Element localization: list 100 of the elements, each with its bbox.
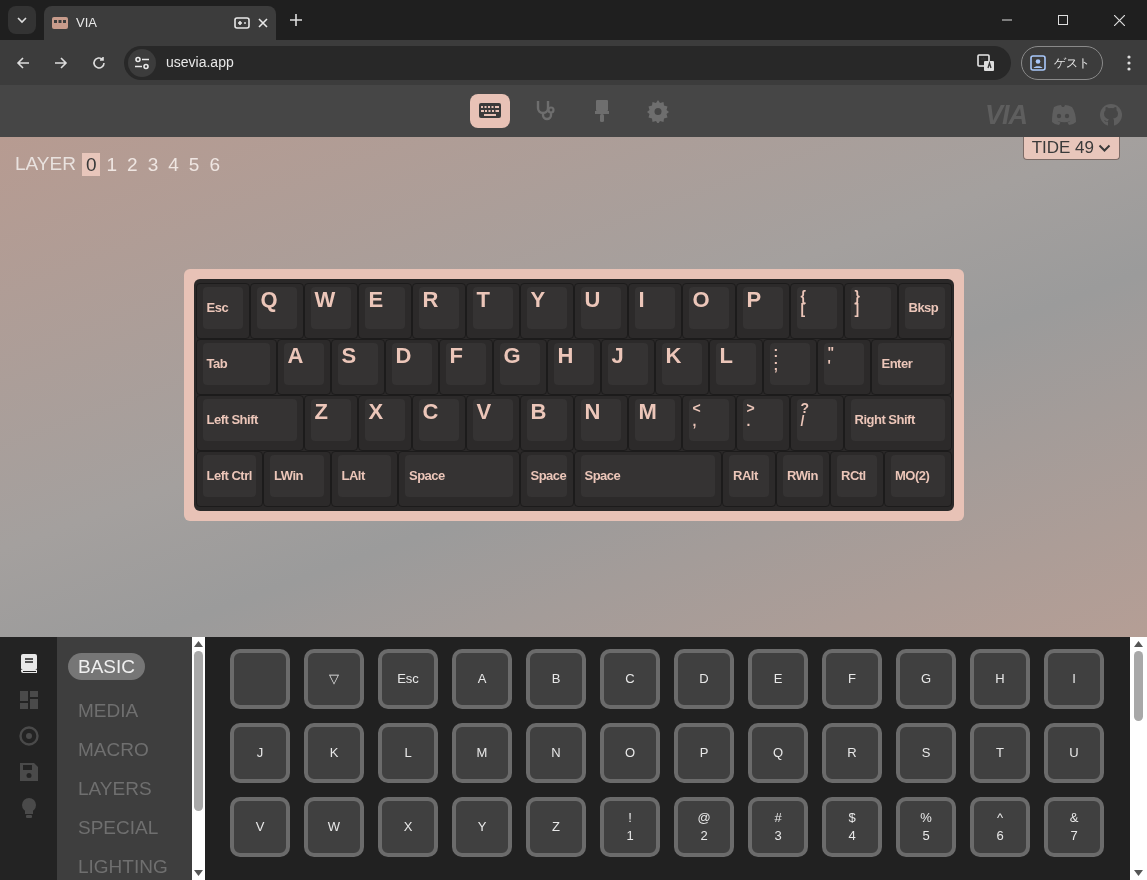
keycap[interactable]: Bksp (897, 282, 952, 339)
keycap[interactable]: W (303, 282, 358, 339)
translate-icon[interactable] (977, 53, 995, 72)
keycap[interactable]: N (573, 394, 628, 451)
keycode-button[interactable]: V (230, 797, 290, 857)
keycap[interactable]: U (573, 282, 628, 339)
keycode-button[interactable]: S (896, 723, 956, 783)
address-bar[interactable]: usevia.app (124, 45, 1011, 80)
scroll-thumb[interactable] (1134, 651, 1143, 721)
keycode-button[interactable]: T (970, 723, 1030, 783)
keycap[interactable]: I (627, 282, 682, 339)
keycap[interactable]: LWin (263, 450, 331, 507)
category-item[interactable]: BASIC (68, 653, 146, 680)
keycode-button[interactable]: Q (748, 723, 808, 783)
keycode-button[interactable]: O (600, 723, 660, 783)
keycode-button[interactable]: Y (452, 797, 512, 857)
keycap[interactable]: Z (303, 394, 358, 451)
scroll-up-icon[interactable] (194, 641, 203, 647)
keycode-button[interactable]: A (452, 649, 512, 709)
keycap[interactable]: Right Shift (843, 394, 952, 451)
reload-icon[interactable] (92, 55, 106, 70)
keycode-button[interactable]: J (230, 723, 290, 783)
keycap[interactable]: RWin (776, 450, 830, 507)
keycode-button[interactable]: @ 2 (674, 797, 734, 857)
scroll-down-icon[interactable] (194, 870, 203, 876)
keycap[interactable]: > . (735, 394, 790, 451)
keycode-button[interactable]: R (822, 723, 882, 783)
keycap[interactable]: RCtl (830, 450, 884, 507)
forward-arrow-icon[interactable] (54, 55, 68, 70)
keycode-button[interactable]: W (304, 797, 364, 857)
new-tab-icon[interactable] (290, 14, 302, 26)
keycap[interactable]: K (654, 338, 709, 395)
close-icon[interactable] (258, 18, 268, 28)
keycode-button[interactable]: & 7 (1044, 797, 1104, 857)
keycap[interactable]: T (465, 282, 520, 339)
keycode-button[interactable]: # 3 (748, 797, 808, 857)
back-arrow-icon[interactable] (16, 55, 30, 70)
keycode-button[interactable]: U (1044, 723, 1104, 783)
keycap[interactable]: MO(2) (884, 450, 952, 507)
browser-tab[interactable]: VIA (44, 6, 276, 40)
scroll-up-icon[interactable] (1134, 641, 1143, 647)
keyboard-tab[interactable] (469, 94, 510, 128)
keycap[interactable]: Left Ctrl (195, 450, 263, 507)
keycode-button[interactable]: $ 4 (822, 797, 882, 857)
keycap[interactable]: : ; (762, 338, 817, 395)
keycap[interactable]: Y (519, 282, 574, 339)
keycap[interactable]: M (627, 394, 682, 451)
scrollbar[interactable] (1130, 637, 1147, 880)
keycode-button[interactable]: P (674, 723, 734, 783)
keycap[interactable]: ? / (789, 394, 844, 451)
keycap[interactable]: Tab (195, 338, 277, 395)
keycap[interactable]: Enter (870, 338, 952, 395)
keycap[interactable]: < , (681, 394, 736, 451)
keycap[interactable]: RAlt (722, 450, 776, 507)
keycode-button[interactable]: D (674, 649, 734, 709)
keycap[interactable]: Esc (195, 282, 250, 339)
maximize-icon[interactable] (1058, 15, 1068, 25)
keycode-button[interactable]: E (748, 649, 808, 709)
keycode-button[interactable]: ! 1 (600, 797, 660, 857)
layer-tab[interactable]: 0 (81, 152, 101, 176)
keycap[interactable]: LAlt (330, 450, 398, 507)
keycode-button[interactable]: H (970, 649, 1030, 709)
keycap[interactable]: A (276, 338, 331, 395)
keycode-button[interactable]: ^ 6 (970, 797, 1030, 857)
keycap[interactable]: V (465, 394, 520, 451)
tab-search-button[interactable] (8, 6, 36, 34)
keycode-button[interactable]: Z (526, 797, 586, 857)
close-icon[interactable] (1114, 14, 1125, 26)
keycap[interactable]: B (519, 394, 574, 451)
keycode-button[interactable]: L (378, 723, 438, 783)
keycap[interactable]: H (546, 338, 601, 395)
keycap[interactable]: G (492, 338, 547, 395)
keycap[interactable]: O (681, 282, 736, 339)
keycap[interactable]: Space (573, 450, 722, 507)
scrollbar[interactable] (192, 637, 205, 880)
keycap[interactable]: C (411, 394, 466, 451)
keycap[interactable]: P (735, 282, 790, 339)
keycap[interactable]: R (411, 282, 466, 339)
keycode-button[interactable]: C (600, 649, 660, 709)
keycap[interactable]: " ' (816, 338, 871, 395)
keycode-button[interactable]: ▽ (304, 649, 364, 709)
keycap[interactable]: F (438, 338, 493, 395)
keycap[interactable]: D (384, 338, 439, 395)
keycap[interactable]: X (357, 394, 412, 451)
keycap[interactable]: J (600, 338, 655, 395)
keycap[interactable]: L (708, 338, 763, 395)
keyboard-select[interactable]: TIDE 49 (1022, 137, 1120, 160)
keycode-button[interactable]: I (1044, 649, 1104, 709)
keycode-button[interactable]: Esc (378, 649, 438, 709)
keycode-button[interactable]: F (822, 649, 882, 709)
scroll-down-icon[interactable] (1134, 870, 1143, 876)
keycap[interactable]: Q (249, 282, 304, 339)
site-settings-icon[interactable] (134, 55, 150, 70)
keycode-button[interactable]: X (378, 797, 438, 857)
keycap[interactable]: Space (398, 450, 520, 507)
keycode-button[interactable] (230, 649, 290, 709)
keycode-button[interactable]: G (896, 649, 956, 709)
more-menu-icon[interactable] (1127, 54, 1131, 71)
keycode-button[interactable]: B (526, 649, 586, 709)
keycap[interactable]: Space (519, 450, 574, 507)
